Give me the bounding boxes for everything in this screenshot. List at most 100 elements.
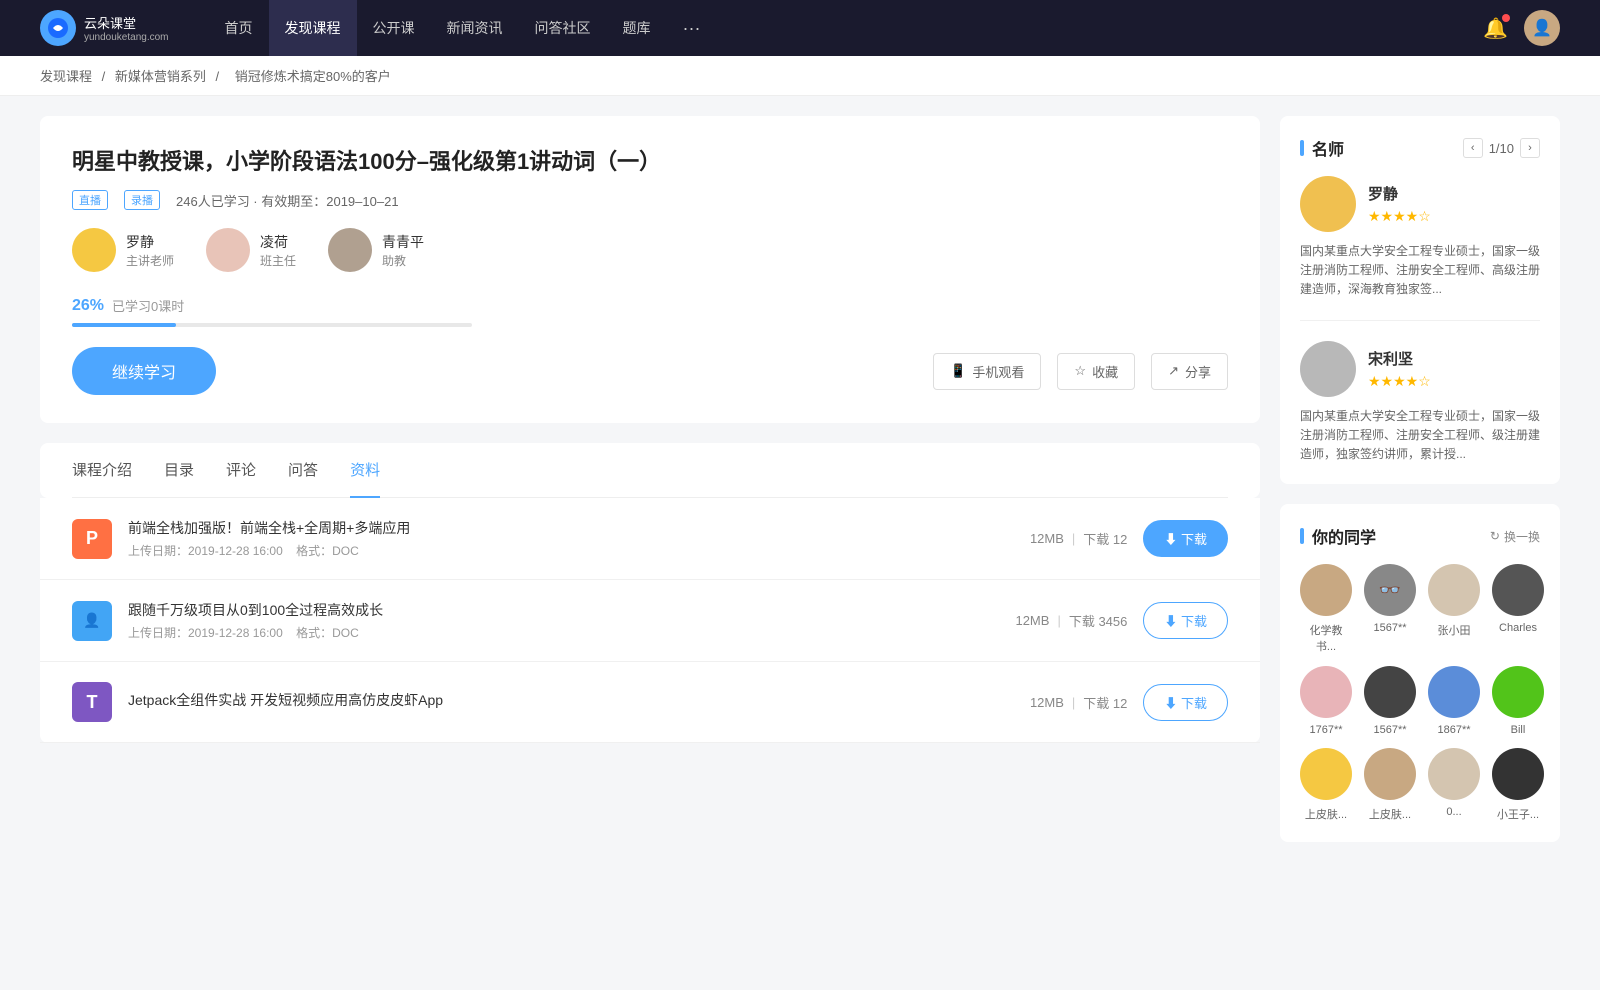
sep-1: | [1057,613,1060,628]
classmate-2: 张小田 [1428,564,1480,654]
teacher-profile-0: 罗静 ★★★★☆ 国内某重点大学安全工程专业硕士，国家一级注册消防工程师、注册安… [1300,176,1540,321]
nav-quiz[interactable]: 题库 [607,0,667,56]
format-0: 格式：DOC [296,544,359,558]
teacher-stars-0: ★★★★☆ [1368,208,1431,225]
next-page-btn[interactable]: › [1520,138,1540,158]
teacher-desc-1: 国内某重点大学安全工程专业硕士，国家一级注册消防工程师、注册安全工程师、级注册建… [1300,407,1540,465]
tabs: 课程介绍 目录 评论 问答 资料 [72,443,1228,498]
breadcrumb-current: 销冠修炼术搞定80%的客户 [235,69,391,84]
classmate-name-6: 1867** [1437,724,1470,736]
size-2: 12MB [1030,695,1064,710]
course-title: 明星中教授课，小学阶段语法100分–强化级第1讲动词（一） [72,144,1228,176]
classmate-name-4: 1767** [1309,724,1342,736]
teacher-profile-name-0: 罗静 [1368,183,1431,204]
notification-dot [1502,14,1510,22]
teachers-list: 罗静 主讲老师 凌荷 班主任 青青平 助教 [72,228,1228,272]
teacher-2-avatar [328,228,372,272]
progress-percent: 26% [72,297,104,315]
refresh-icon: ↻ [1490,529,1500,543]
mobile-watch-btn[interactable]: 📱 手机观看 [933,353,1041,390]
collect-btn[interactable]: ☆ 收藏 [1057,353,1135,390]
classmate-name-10: 0... [1446,806,1461,818]
tab-qa[interactable]: 问答 [288,443,318,498]
classmate-1: 👓 1567** [1364,564,1416,654]
main-content: 明星中教授课，小学阶段语法100分–强化级第1讲动词（一） 直播 录播 246人… [0,96,1600,882]
logo[interactable]: 云朵课堂 yundouketang.com [40,10,169,46]
classmate-avatar-6 [1428,666,1480,718]
teacher-profile-avatar-0 [1300,176,1356,232]
teacher-profile-name-1: 宋利坚 [1368,348,1431,369]
teacher-profile-top-0: 罗静 ★★★★☆ [1300,176,1540,232]
tabs-card: 课程介绍 目录 评论 问答 资料 [40,443,1260,498]
tab-comments[interactable]: 评论 [226,443,256,498]
classmate-name-8: 上皮肤... [1305,806,1347,822]
share-icon: ↗ [1168,363,1179,379]
nav-more[interactable]: ··· [667,0,717,56]
breadcrumb-discover[interactable]: 发现课程 [40,69,92,84]
classmate-5: 1567** [1364,666,1416,736]
classmates-grid: 化学教书... 👓 1567** 张小田 Charles 1767** [1300,564,1540,822]
material-icon-1: 👤 [72,601,112,641]
classmate-avatar-7 [1492,666,1544,718]
classmate-name-11: 小王子... [1497,806,1539,822]
teacher-0-name: 罗静 [126,232,174,252]
progress-section: 26% 已学习0课时 [72,296,1228,327]
teacher-profile-avatar-1 [1300,341,1356,397]
nav-qa[interactable]: 问答社区 [519,0,607,56]
user-avatar[interactable]: 👤 [1524,10,1560,46]
continue-button[interactable]: 继续学习 [72,347,216,395]
classmate-name-9: 上皮肤... [1369,806,1411,822]
nav-discover[interactable]: 发现课程 [269,0,357,56]
classmate-avatar-5 [1364,666,1416,718]
classmate-0: 化学教书... [1300,564,1352,654]
teacher-profile-1: 宋利坚 ★★★★☆ 国内某重点大学安全工程专业硕士，国家一级注册消防工程师、注册… [1300,341,1540,465]
downloads-1: 下载 3456 [1069,611,1128,630]
course-content: 明星中教授课，小学阶段语法100分–强化级第1讲动词（一） 直播 录播 246人… [40,116,1260,862]
tab-intro[interactable]: 课程介绍 [72,443,132,498]
nav-open[interactable]: 公开课 [357,0,431,56]
teacher-2-role: 助教 [382,252,424,269]
size-0: 12MB [1030,531,1064,546]
tag-live: 直播 [72,190,108,210]
teachers-title: 名师 [1300,136,1344,160]
material-stats-0: 12MB | 下载 12 [947,529,1127,548]
nav-home[interactable]: 首页 [209,0,269,56]
teacher-stars-1: ★★★★☆ [1368,373,1431,390]
collect-label: 收藏 [1092,362,1118,381]
refresh-label: 换一换 [1504,528,1540,545]
sidebar: 名师 ‹ 1/10 › 罗静 ★★★★☆ 国内某重点大学安全工程专业硕士，国家一… [1280,116,1560,862]
download-btn-2[interactable]: ⬇ 下载 [1143,684,1228,721]
header-actions: 🔔 👤 [1483,10,1560,46]
tab-catalog[interactable]: 目录 [164,443,194,498]
star-icon: ☆ [1074,363,1086,379]
download-btn-0[interactable]: ⬇ 下载 [1143,520,1228,557]
refresh-button[interactable]: ↻ 换一换 [1490,528,1540,545]
download-btn-1[interactable]: ⬇ 下载 [1143,602,1228,639]
classmates-header: 你的同学 ↻ 换一换 [1300,524,1540,548]
material-icon-2: T [72,682,112,722]
classmate-avatar-0 [1300,564,1352,616]
course-meta: 直播 录播 246人已学习 · 有效期至：2019–10–21 [72,190,1228,210]
share-label: 分享 [1185,362,1211,381]
progress-label: 26% 已学习0课时 [72,296,1228,315]
breadcrumb-sep2: / [216,69,223,84]
logo-icon [40,10,76,46]
share-btn[interactable]: ↗ 分享 [1151,353,1228,390]
breadcrumb-series[interactable]: 新媒体营销系列 [115,69,206,84]
classmate-4: 1767** [1300,666,1352,736]
tab-materials[interactable]: 资料 [350,443,380,498]
classmate-10: 0... [1428,748,1480,822]
classmate-name-5: 1567** [1373,724,1406,736]
classmate-11: 小王子... [1492,748,1544,822]
nav-news[interactable]: 新闻资讯 [431,0,519,56]
tag-record: 录播 [124,190,160,210]
teacher-1-role: 班主任 [260,252,296,269]
material-stats-2: 12MB | 下载 12 [947,693,1127,712]
material-item-0: P 前端全栈加强版！前端全栈+全周期+多端应用 上传日期：2019-12-28 … [40,498,1260,580]
notification-bell[interactable]: 🔔 [1483,16,1508,41]
prev-page-btn[interactable]: ‹ [1463,138,1483,158]
material-info-0: 前端全栈加强版！前端全栈+全周期+多端应用 上传日期：2019-12-28 16… [128,518,931,559]
breadcrumb-sep1: / [102,69,109,84]
materials-list: P 前端全栈加强版！前端全栈+全周期+多端应用 上传日期：2019-12-28 … [40,498,1260,743]
teacher-profile-info-1: 宋利坚 ★★★★☆ [1368,348,1431,390]
